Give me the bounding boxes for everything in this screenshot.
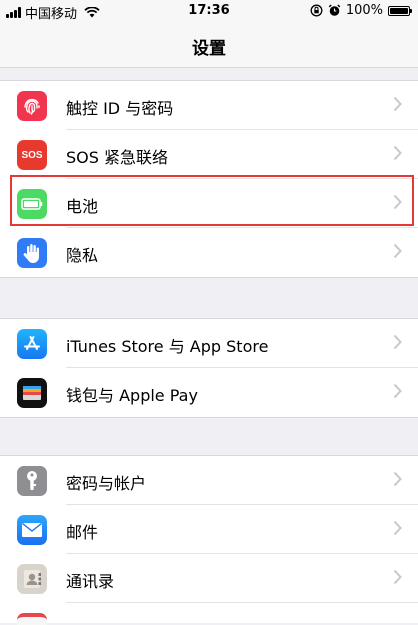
settings-row-label: 钱包与 Apple Pay xyxy=(66,386,198,405)
settings-row-label: SOS 紧急联络 xyxy=(66,148,168,167)
calendar-icon xyxy=(17,613,47,625)
settings-row-label: iTunes Store 与 App Store xyxy=(66,337,269,356)
key-icon xyxy=(17,466,47,496)
settings-row-contacts[interactable]: 通讯录 xyxy=(0,554,418,603)
settings-row-label: 密码与帐户 xyxy=(66,474,147,493)
chevron-right-icon xyxy=(393,471,402,487)
fingerprint-icon xyxy=(17,91,47,121)
settings-row-mail[interactable]: 邮件 xyxy=(0,505,418,554)
settings-group-security: 触控 ID 与密码 SOS SOS 紧急联络 电池 隐私 xyxy=(0,80,418,278)
mail-icon xyxy=(17,515,47,545)
status-bar: 中国移动 17:36 100% xyxy=(0,0,418,22)
chevron-right-icon xyxy=(393,520,402,536)
settings-row-passwords-accounts[interactable]: 密码与帐户 xyxy=(0,456,418,505)
wallet-icon xyxy=(17,378,47,408)
sos-icon-text: SOS xyxy=(21,149,43,161)
chevron-right-icon xyxy=(393,243,402,259)
battery-icon xyxy=(17,189,47,219)
settings-row-partial[interactable] xyxy=(0,603,418,625)
app-store-icon xyxy=(17,329,47,359)
settings-group-accounts: 密码与帐户 邮件 通讯录 xyxy=(0,455,418,625)
chevron-right-icon xyxy=(393,96,402,112)
chevron-right-icon xyxy=(393,569,402,585)
status-right: 100% xyxy=(310,3,412,18)
settings-row-label: 通讯录 xyxy=(66,572,115,591)
hand-icon xyxy=(17,238,47,268)
chevron-right-icon xyxy=(393,383,402,399)
settings-row-label: 触控 ID 与密码 xyxy=(66,99,174,118)
chevron-right-icon xyxy=(393,145,402,161)
settings-row-emergency-sos[interactable]: SOS SOS 紧急联络 xyxy=(0,130,418,179)
settings-row-touch-id[interactable]: 触控 ID 与密码 xyxy=(0,81,418,130)
battery-level-icon xyxy=(388,5,412,16)
navigation-bar: 设置 xyxy=(0,22,418,68)
battery-percent: 100% xyxy=(345,3,383,18)
settings-row-itunes-app-store[interactable]: iTunes Store 与 App Store xyxy=(0,319,418,368)
settings-row-label: 电池 xyxy=(66,197,99,216)
chevron-right-icon xyxy=(393,334,402,350)
settings-row-label: 隐私 xyxy=(66,246,99,265)
sos-icon: SOS xyxy=(17,140,47,170)
settings-group-stores: iTunes Store 与 App Store 钱包与 Apple Pay xyxy=(0,318,418,418)
settings-row-wallet-apple-pay[interactable]: 钱包与 Apple Pay xyxy=(0,368,418,417)
settings-row-privacy[interactable]: 隐私 xyxy=(0,228,418,277)
chevron-right-icon xyxy=(393,194,402,210)
contacts-icon xyxy=(17,564,47,594)
settings-row-battery[interactable]: 电池 xyxy=(0,179,418,228)
rotation-lock-icon xyxy=(310,4,323,17)
settings-row-label: 邮件 xyxy=(66,523,99,542)
alarm-icon xyxy=(328,4,341,16)
page-title: 设置 xyxy=(192,39,226,59)
